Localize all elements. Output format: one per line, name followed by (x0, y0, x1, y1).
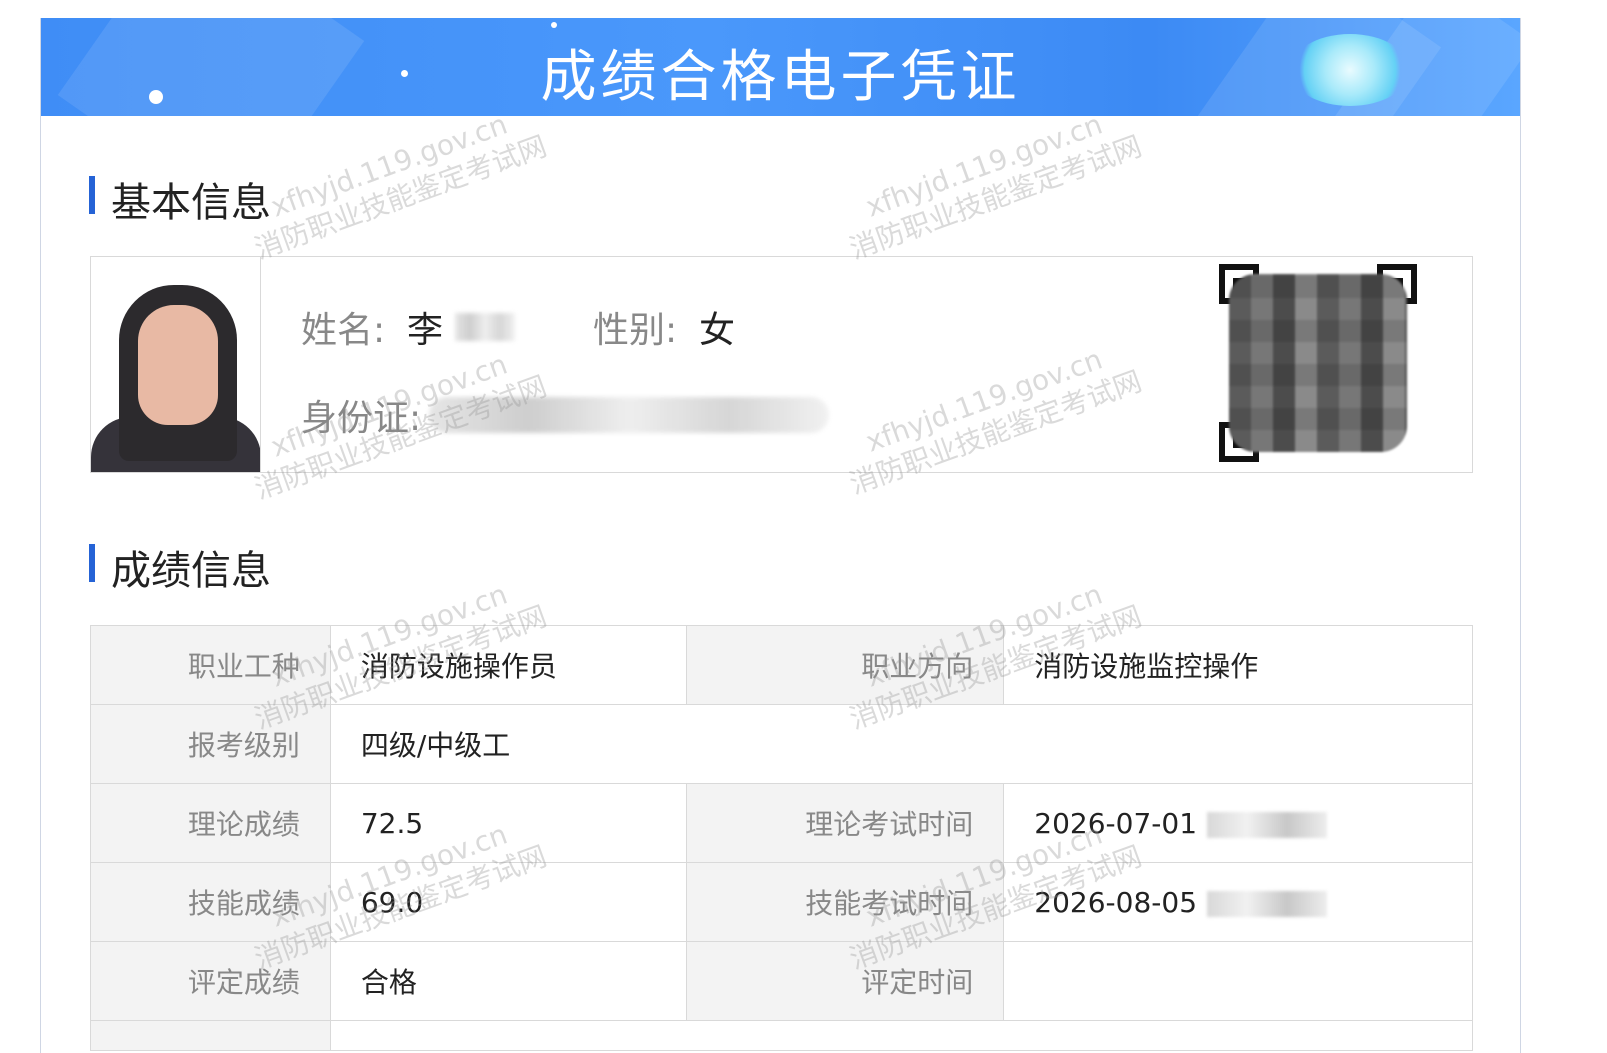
watermark: xfhyjd.119.gov.cn 消防职业技能鉴定考试网 (250, 107, 552, 266)
eval-score-value: 合格 (329, 941, 687, 1021)
eval-time-value (1003, 941, 1473, 1021)
skill-score-value: 69.0 (329, 862, 687, 942)
qr-code (1219, 264, 1417, 462)
id-redaction (429, 397, 829, 433)
eval-time-label: 评定时间 (685, 941, 1005, 1021)
direction-label: 职业方向 (685, 625, 1005, 705)
theory-score-label: 理论成绩 (90, 783, 331, 863)
skill-time-redaction (1207, 890, 1328, 917)
occupation-label: 职业工种 (90, 625, 331, 705)
name-redaction (455, 313, 515, 341)
name-value: 李 (407, 310, 444, 351)
table-row: 职业工种 消防设施操作员 职业方向 消防设施监控操作 (90, 625, 1473, 705)
table-row: 技能成绩 69.0 技能考试时间 2026-08-05 (90, 862, 1473, 942)
occupation-value: 消防设施操作员 (329, 625, 687, 705)
skill-time-value: 2026-08-05 (1034, 885, 1198, 919)
name-label: 姓名: (301, 310, 386, 351)
table-row: 报考级别 四级/中级工 (90, 704, 1474, 784)
skill-score-label: 技能成绩 (90, 862, 331, 942)
watermark: xfhyjd.119.gov.cn 消防职业技能鉴定考试网 (845, 107, 1147, 266)
theory-time-value: 2026-07-01 (1034, 806, 1198, 840)
table-row (90, 1020, 1474, 1051)
skill-time-label: 技能考试时间 (685, 862, 1005, 942)
theory-score-value: 72.5 (329, 783, 687, 863)
eval-score-label: 评定成绩 (90, 941, 331, 1021)
theory-time-label: 理论考试时间 (685, 783, 1005, 863)
theory-time-cell: 2026-07-01 (1003, 783, 1473, 863)
basic-info-panel: 姓名: 李 性别: 女 身份证: (90, 256, 1473, 473)
score-table: 职业工种 消防设施操作员 职业方向 消防设施监控操作 报考级别 四级/中级工 理… (90, 625, 1474, 1051)
header-banner: 成绩合格电子凭证 (41, 18, 1520, 116)
table-row: 评定成绩 合格 评定时间 (90, 941, 1473, 1021)
direction-value: 消防设施监控操作 (1003, 625, 1473, 705)
page-title: 成绩合格电子凭证 (540, 45, 1021, 110)
id-label: 身份证: (301, 398, 422, 439)
table-row: 理论成绩 72.5 理论考试时间 2026-07-01 (90, 783, 1473, 863)
avatar (91, 257, 261, 472)
level-label: 报考级别 (90, 704, 331, 784)
gender-value: 女 (699, 310, 736, 351)
certificate-card: 成绩合格电子凭证 基本信息 姓名: 李 性别: 女 身份证: 成绩信息 职业工种… (40, 18, 1521, 1053)
section-title-basic-info: 基本信息 (89, 170, 271, 228)
skill-time-cell: 2026-08-05 (1003, 862, 1473, 942)
gender-label: 性别: (593, 310, 678, 351)
level-value: 四级/中级工 (329, 704, 1474, 784)
section-title-score-info: 成绩信息 (89, 538, 271, 596)
theory-time-redaction (1207, 811, 1328, 838)
